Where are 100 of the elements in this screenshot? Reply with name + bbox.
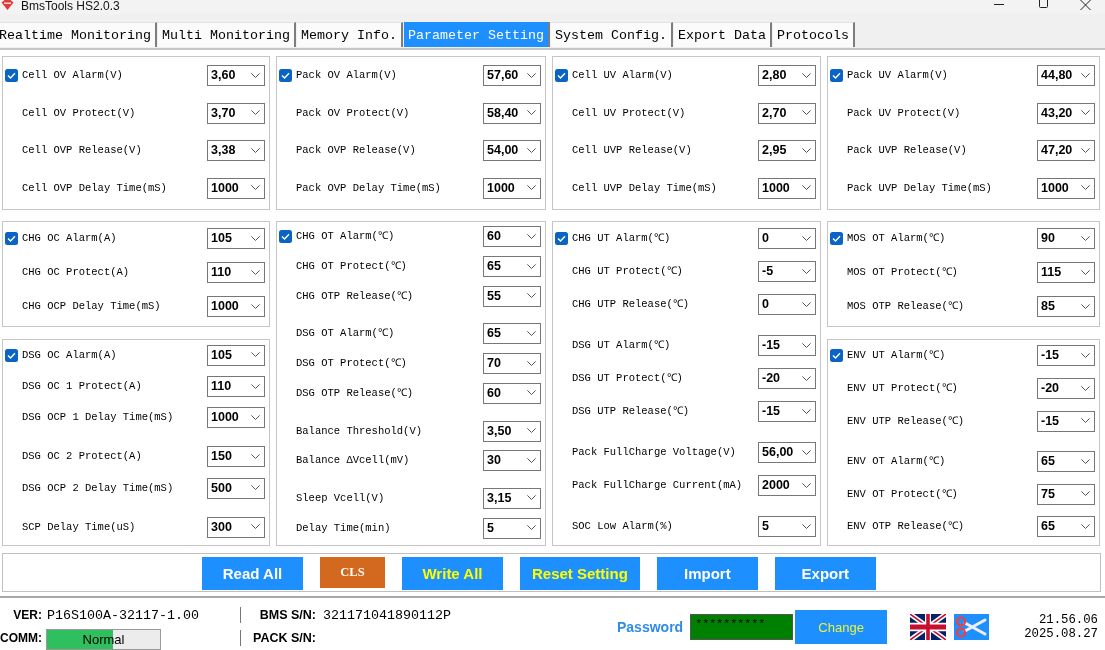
value-dropdown[interactable]: 1000 <box>758 177 816 199</box>
value-dropdown[interactable]: -15 <box>1037 410 1095 432</box>
value-dropdown[interactable]: 43,20 <box>1037 102 1095 124</box>
value-dropdown[interactable]: 2,80 <box>758 65 816 87</box>
value-dropdown[interactable]: 2000 <box>758 475 816 496</box>
value-dropdown[interactable]: 30 <box>483 450 541 472</box>
value-dropdown[interactable]: 60 <box>483 226 541 248</box>
value-dropdown[interactable]: 1000 <box>207 407 265 429</box>
parameter-label: Pack UVP Delay Time(mS) <box>847 181 993 195</box>
checkbox[interactable] <box>5 232 18 246</box>
tab[interactable]: System Config. <box>550 22 673 47</box>
value-dropdown[interactable]: 90 <box>1037 228 1095 250</box>
value-dropdown[interactable]: 500 <box>207 477 265 499</box>
value-dropdown[interactable]: 85 <box>1037 296 1095 318</box>
value-dropdown[interactable]: 3,60 <box>207 65 265 87</box>
value-dropdown[interactable]: -20 <box>1037 378 1095 399</box>
value-dropdown[interactable]: 75 <box>1037 483 1095 505</box>
chevron-down-icon <box>527 147 536 153</box>
tab[interactable]: Memory Info. <box>296 22 403 47</box>
checkbox[interactable] <box>830 349 843 363</box>
value-dropdown[interactable]: 60 <box>483 382 541 404</box>
value-dropdown[interactable]: 1000 <box>1037 177 1095 199</box>
checkbox[interactable] <box>555 232 568 245</box>
chevron-down-icon <box>251 72 260 78</box>
checkbox[interactable] <box>830 69 843 83</box>
value-dropdown[interactable]: 1000 <box>207 177 265 199</box>
value-dropdown[interactable]: 57,60 <box>483 65 541 87</box>
value-dropdown[interactable]: -15 <box>1037 345 1095 367</box>
value-dropdown[interactable]: 5 <box>758 516 816 537</box>
chevron-down-icon <box>251 352 260 358</box>
value-dropdown[interactable]: 58,40 <box>483 102 541 124</box>
checkbox[interactable] <box>279 230 292 244</box>
value-dropdown[interactable]: -15 <box>758 335 816 356</box>
checkbox[interactable] <box>830 232 843 246</box>
parameter-label: MOS OT Protect(℃) <box>847 266 959 280</box>
value-dropdown[interactable]: 0 <box>758 294 816 315</box>
parameter-label: DSG OC 2 Protect(A) <box>22 450 143 464</box>
chevron-down-icon <box>1081 185 1090 191</box>
chevron-down-icon <box>802 482 811 488</box>
value-dropdown[interactable]: 115 <box>1037 262 1095 284</box>
action-button[interactable]: CLS <box>320 557 385 588</box>
value-dropdown[interactable]: 3,38 <box>207 140 265 162</box>
value-dropdown[interactable]: 2,70 <box>758 102 816 124</box>
parameter-label: DSG UTP Release(℃) <box>572 405 691 418</box>
chevron-down-icon <box>527 293 536 299</box>
chevron-down-icon <box>1081 352 1090 358</box>
value-dropdown[interactable]: -15 <box>758 401 816 422</box>
value-dropdown[interactable]: 65 <box>483 256 541 278</box>
value-dropdown[interactable]: -20 <box>758 368 816 389</box>
tab[interactable]: Realtime Monitoring <box>0 22 157 47</box>
date-text: 2025.08.27 <box>1024 627 1098 641</box>
value-dropdown[interactable]: 110 <box>207 376 265 397</box>
value-dropdown[interactable]: 105 <box>207 228 265 250</box>
uk-flag-icon[interactable] <box>910 614 947 640</box>
value-dropdown[interactable]: 65 <box>1037 516 1095 538</box>
password-field[interactable]: ********** <box>690 614 794 640</box>
value-dropdown[interactable]: 70 <box>483 353 541 375</box>
value-dropdown[interactable]: 2,95 <box>758 140 816 162</box>
value-dropdown[interactable]: 3,50 <box>483 420 541 442</box>
parameter-label: CHG UTP Release(℃) <box>572 298 691 311</box>
value-dropdown[interactable]: 65 <box>483 323 541 345</box>
chevron-down-icon <box>251 110 260 116</box>
parameter-label: SOC Low Alarm(%) <box>572 520 674 533</box>
tab[interactable]: Export Data <box>673 22 772 47</box>
value-dropdown[interactable]: 56,00 <box>758 442 816 463</box>
maximize-icon[interactable] <box>1039 0 1048 8</box>
parameter-label: Pack FullCharge Current(mA) <box>572 479 744 492</box>
value-dropdown[interactable]: 0 <box>758 228 816 249</box>
value-dropdown[interactable]: 1000 <box>207 296 265 318</box>
parameter-label: Balance Threshold(V) <box>296 424 424 438</box>
value-dropdown[interactable]: 1000 <box>483 177 541 199</box>
checkbox[interactable] <box>279 69 292 83</box>
checkbox[interactable] <box>5 69 18 83</box>
checkbox[interactable] <box>555 69 568 83</box>
value-dropdown[interactable]: 3,70 <box>207 102 265 124</box>
tab[interactable]: Multi Monitoring <box>157 22 296 47</box>
value-dropdown[interactable]: 44,80 <box>1037 65 1095 87</box>
value-dropdown[interactable]: 65 <box>1037 451 1095 473</box>
value-dropdown[interactable]: 110 <box>207 262 265 284</box>
value-dropdown[interactable]: -5 <box>758 261 816 282</box>
value-dropdown[interactable]: 54,00 <box>483 140 541 162</box>
close-icon[interactable] <box>1080 0 1091 10</box>
value-dropdown[interactable]: 3,15 <box>483 487 541 509</box>
chevron-down-icon <box>527 233 536 239</box>
scissors-icon[interactable] <box>954 614 990 640</box>
parameter-label: Pack FullCharge Voltage(V) <box>572 446 737 459</box>
chevron-down-icon <box>251 383 260 389</box>
chevron-down-icon <box>527 457 536 463</box>
checkbox[interactable] <box>5 348 18 362</box>
value-dropdown[interactable]: 150 <box>207 446 265 468</box>
value-dropdown[interactable]: 5 <box>483 517 541 539</box>
value-dropdown[interactable]: 300 <box>207 516 265 538</box>
value-dropdown[interactable]: 55 <box>483 285 541 307</box>
chevron-down-icon <box>802 523 811 529</box>
version-value: P16S100A-32117-1.00 <box>47 607 199 623</box>
tab[interactable]: Protocols <box>772 22 855 47</box>
parameter-label: Cell OV Protect(V) <box>22 106 137 120</box>
value-dropdown[interactable]: 47,20 <box>1037 140 1095 162</box>
value-dropdown[interactable]: 105 <box>207 344 265 366</box>
parameter-label: Cell UV Protect(V) <box>572 106 687 120</box>
